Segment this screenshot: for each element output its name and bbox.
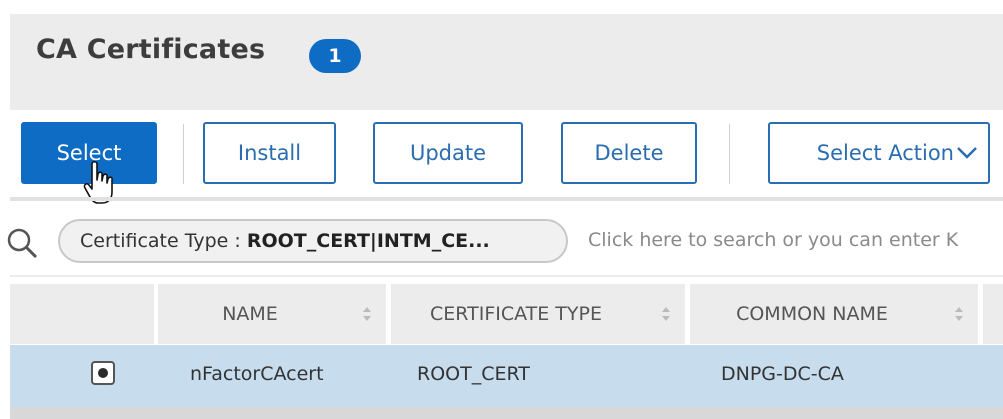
select-action-label: Select Action <box>816 141 954 165</box>
column-header-overflow <box>983 284 1003 344</box>
delete-button-label: Delete <box>594 141 664 165</box>
search-divider <box>10 275 1003 277</box>
toolbar-divider <box>729 124 730 184</box>
update-button-label: Update <box>409 141 487 165</box>
select-column-header <box>10 284 154 344</box>
column-header-label: NAME <box>222 303 278 325</box>
search-bar: Certificate Type : ROOT_CERT|INTM_CE... … <box>0 215 1003 271</box>
sort-icon[interactable] <box>362 306 372 322</box>
select-action-dropdown[interactable]: Select Action <box>768 122 990 184</box>
install-button-label: Install <box>237 141 302 165</box>
column-header-common-name[interactable]: COMMON NAME <box>690 284 978 344</box>
certificate-type-filter[interactable]: Certificate Type : ROOT_CERT|INTM_CE... <box>58 219 568 263</box>
filter-value: ROOT_CERT|INTM_CE... <box>246 230 490 252</box>
sort-icon[interactable] <box>661 306 671 322</box>
cell-name: nFactorCAcert <box>190 363 324 385</box>
column-header-name[interactable]: NAME <box>158 284 386 344</box>
column-header-label: CERTIFICATE TYPE <box>430 303 602 325</box>
search-icon[interactable] <box>6 227 38 259</box>
cell-certificate-type: ROOT_CERT <box>417 363 530 385</box>
sort-icon[interactable] <box>954 306 964 322</box>
search-input[interactable]: Click here to search or you can enter K <box>588 229 958 251</box>
cell-common-name: DNPG-DC-CA <box>721 363 844 385</box>
table-scrollbar[interactable] <box>10 407 1003 419</box>
table-row[interactable]: nFactorCAcert ROOT_CERT DNPG-DC-CA <box>10 345 1003 407</box>
column-header-certificate-type[interactable]: CERTIFICATE TYPE <box>391 284 685 344</box>
table-header: NAME CERTIFICATE TYPE COMMON NAME <box>0 284 1003 344</box>
chevron-down-icon <box>957 147 977 159</box>
delete-button[interactable]: Delete <box>561 122 697 184</box>
update-button[interactable]: Update <box>373 122 523 184</box>
filter-key: Certificate Type : <box>80 230 247 252</box>
install-button[interactable]: Install <box>203 122 336 184</box>
row-radio-button[interactable] <box>91 361 115 385</box>
count-badge: 1 <box>309 39 361 73</box>
toolbar-separator <box>10 197 1003 201</box>
toolbar-divider <box>183 124 184 184</box>
column-header-label: COMMON NAME <box>736 303 888 325</box>
page-title: CA Certificates <box>36 34 266 65</box>
